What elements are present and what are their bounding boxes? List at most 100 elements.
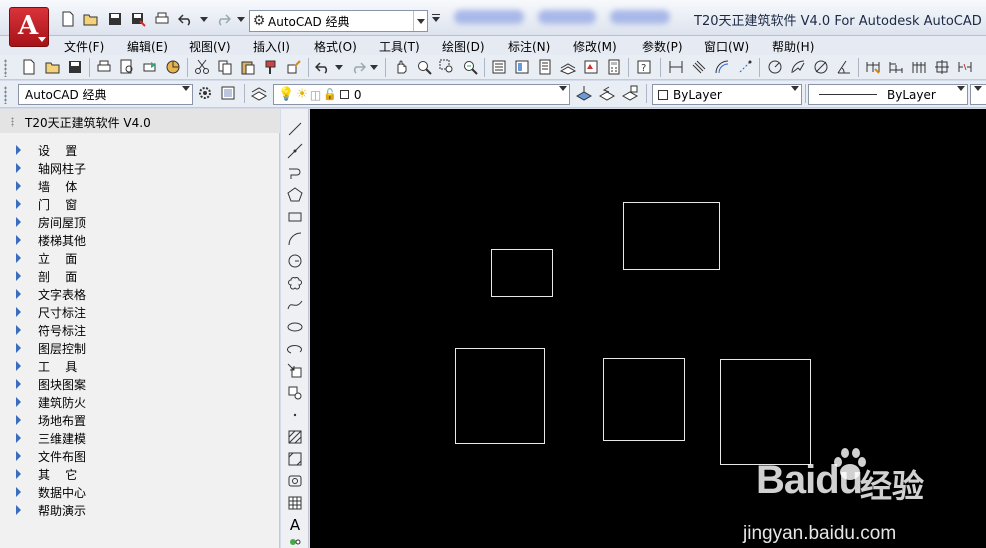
- layer-states-icon[interactable]: [219, 84, 237, 102]
- save-icon[interactable]: [66, 58, 84, 76]
- quick-dimension-icon[interactable]: [864, 58, 882, 76]
- redo-icon[interactable]: [214, 11, 232, 27]
- palette-item-dimensions[interactable]: 尺寸标注: [16, 303, 266, 321]
- dimension-break-icon[interactable]: [956, 58, 974, 76]
- help-icon[interactable]: ?: [635, 58, 653, 76]
- layer-previous-icon[interactable]: [598, 84, 616, 102]
- menu-file[interactable]: 文件(F): [64, 38, 104, 55]
- dimension-space-icon[interactable]: [933, 58, 951, 76]
- zoom-realtime-icon[interactable]: [415, 58, 433, 76]
- palette-item-symbols[interactable]: 符号标注: [16, 321, 266, 339]
- paste-icon[interactable]: [239, 58, 257, 76]
- continue-dimension-icon[interactable]: [910, 58, 928, 76]
- copy-icon[interactable]: [216, 58, 234, 76]
- line-icon[interactable]: [286, 120, 304, 138]
- toolbar-grip[interactable]: [4, 86, 7, 104]
- palette-item-3d-modeling[interactable]: 三维建模: [16, 429, 266, 447]
- menu-parametric[interactable]: 参数(P): [642, 38, 683, 55]
- layer-properties-icon[interactable]: [250, 84, 268, 102]
- palette-item-help-demo[interactable]: 帮助演示: [16, 501, 266, 519]
- make-block-icon[interactable]: [286, 384, 304, 402]
- drawing-rectangle[interactable]: [455, 348, 545, 444]
- workspace-select[interactable]: ⚙ AutoCAD 经典: [249, 10, 428, 32]
- aligned-dimension-icon[interactable]: [690, 58, 708, 76]
- palette-item-rooms-roofs[interactable]: 房间屋顶: [16, 213, 266, 231]
- menu-insert[interactable]: 插入(I): [253, 38, 290, 55]
- properties-icon[interactable]: [490, 58, 508, 76]
- gradient-icon[interactable]: [286, 450, 304, 468]
- zoom-previous-icon[interactable]: [461, 58, 479, 76]
- markup-icon[interactable]: [582, 58, 600, 76]
- linear-dimension-icon[interactable]: [667, 58, 685, 76]
- drawing-rectangle[interactable]: [491, 249, 553, 297]
- menu-dimension[interactable]: 标注(N): [508, 38, 550, 55]
- sheet-set-icon[interactable]: [559, 58, 577, 76]
- open-icon[interactable]: [44, 58, 62, 76]
- multiline-text-icon[interactable]: A: [286, 516, 304, 534]
- palette-item-tools[interactable]: 工 具: [16, 357, 266, 375]
- undo-icon[interactable]: [314, 58, 332, 76]
- palette-item-walls[interactable]: 墙 体: [16, 177, 266, 195]
- toolbar-grip[interactable]: [4, 59, 7, 77]
- redo-dropdown-icon[interactable]: [369, 58, 379, 76]
- pan-icon[interactable]: [392, 58, 410, 76]
- menu-window[interactable]: 窗口(W): [704, 38, 749, 55]
- layer-combo[interactable]: 💡 ☀ ◫ 🔓 0: [273, 84, 570, 105]
- palette-item-data-center[interactable]: 数据中心: [16, 483, 266, 501]
- menu-view[interactable]: 视图(V): [189, 38, 231, 55]
- diameter-dimension-icon[interactable]: [812, 58, 830, 76]
- palette-grip[interactable]: [11, 117, 14, 127]
- undo-dropdown-icon[interactable]: [199, 11, 209, 27]
- layer-isolate-icon[interactable]: [621, 84, 639, 102]
- menu-help[interactable]: 帮助(H): [772, 38, 814, 55]
- design-center-icon[interactable]: [513, 58, 531, 76]
- save-as-icon[interactable]: [129, 11, 147, 27]
- calculator-icon[interactable]: [605, 58, 623, 76]
- print-icon[interactable]: [95, 58, 113, 76]
- arc-length-icon[interactable]: [713, 58, 731, 76]
- drawing-canvas[interactable]: [310, 109, 986, 548]
- palette-item-fire-protection[interactable]: 建筑防火: [16, 393, 266, 411]
- redo-dropdown-icon[interactable]: [236, 11, 246, 27]
- palette-item-axis-columns[interactable]: 轴网柱子: [16, 159, 266, 177]
- palette-item-stairs-other[interactable]: 楼梯其他: [16, 231, 266, 249]
- new-icon[interactable]: [20, 58, 38, 76]
- palette-item-others[interactable]: 其 它: [16, 465, 266, 483]
- table-icon[interactable]: [286, 494, 304, 512]
- palette-title-bar[interactable]: T20天正建筑软件 V4.0: [0, 109, 280, 133]
- point-icon[interactable]: [286, 406, 304, 424]
- revision-cloud-icon[interactable]: [286, 274, 304, 292]
- palette-item-elevation[interactable]: 立 面: [16, 249, 266, 267]
- menu-modify[interactable]: 修改(M): [573, 38, 617, 55]
- lineweight-combo[interactable]: [970, 84, 986, 105]
- add-selected-icon[interactable]: [286, 537, 304, 547]
- ordinate-dimension-icon[interactable]: [736, 58, 754, 76]
- redo-icon[interactable]: [349, 58, 367, 76]
- menu-edit[interactable]: 编辑(E): [127, 38, 168, 55]
- baseline-dimension-icon[interactable]: [887, 58, 905, 76]
- print-preview-icon[interactable]: [118, 58, 136, 76]
- cut-icon[interactable]: [193, 58, 211, 76]
- angular-dimension-icon[interactable]: [835, 58, 853, 76]
- drawing-rectangle[interactable]: [720, 359, 811, 465]
- undo-icon[interactable]: [177, 11, 195, 27]
- palette-item-file-layout[interactable]: 文件布图: [16, 447, 266, 465]
- match-properties-icon[interactable]: [262, 58, 280, 76]
- publish-icon[interactable]: [141, 58, 159, 76]
- menu-draw[interactable]: 绘图(D): [442, 38, 485, 55]
- palette-item-site-layout[interactable]: 场地布置: [16, 411, 266, 429]
- drawing-rectangle[interactable]: [623, 202, 720, 270]
- menu-format[interactable]: 格式(O): [314, 38, 357, 55]
- spline-icon[interactable]: [286, 296, 304, 314]
- save-icon[interactable]: [106, 11, 124, 27]
- palette-item-settings[interactable]: 设 置: [16, 141, 266, 159]
- linetype-combo[interactable]: ByLayer: [808, 84, 968, 105]
- application-menu-button[interactable]: A: [9, 7, 49, 47]
- rectangle-icon[interactable]: [286, 208, 304, 226]
- circle-icon[interactable]: [286, 252, 304, 270]
- tool-palettes-icon[interactable]: [536, 58, 554, 76]
- polyline-icon[interactable]: [286, 164, 304, 182]
- hatch-icon[interactable]: [286, 428, 304, 446]
- open-icon[interactable]: [82, 11, 100, 27]
- drawing-rectangle[interactable]: [603, 358, 685, 441]
